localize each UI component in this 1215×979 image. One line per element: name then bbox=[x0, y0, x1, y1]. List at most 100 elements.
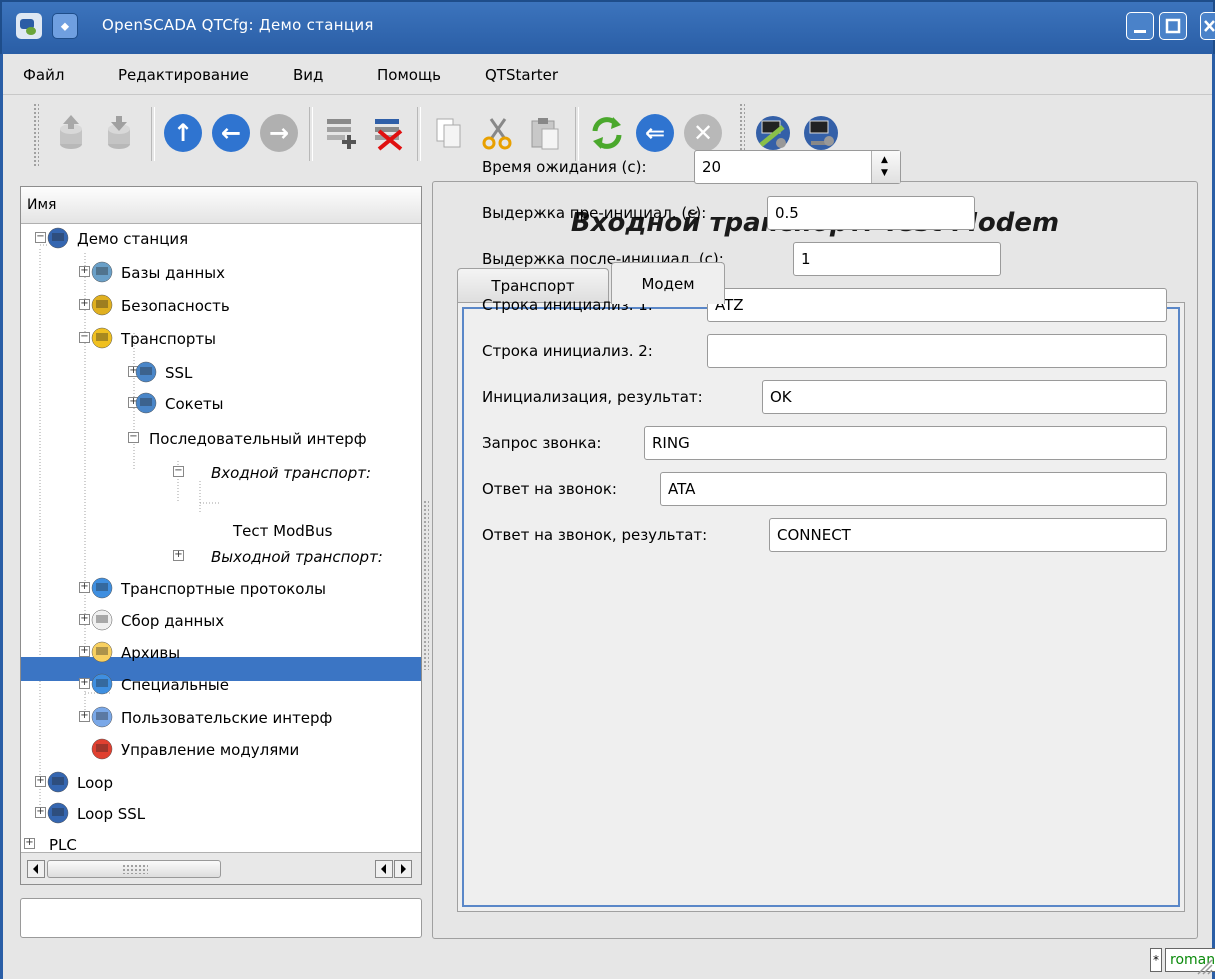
tree-item[interactable]: Специальные bbox=[121, 676, 229, 694]
refresh-button[interactable] bbox=[587, 113, 627, 153]
init-string-1-field[interactable]: ATZ bbox=[707, 288, 1167, 322]
window-title: OpenSCADA QTCfg: Демо станция bbox=[102, 16, 374, 34]
tree-item[interactable]: Архивы bbox=[121, 644, 180, 662]
tree-item[interactable]: Демо станция bbox=[77, 230, 188, 248]
expand-icon[interactable]: + bbox=[24, 838, 35, 849]
scroll-left-button-2[interactable] bbox=[375, 860, 393, 878]
forward-button[interactable]: → bbox=[259, 113, 299, 153]
back-button[interactable]: ← bbox=[211, 113, 251, 153]
tree-column-header[interactable]: Имя bbox=[21, 187, 421, 224]
maximize-button[interactable] bbox=[1159, 12, 1187, 40]
tree-item[interactable]: Выходной транспорт: bbox=[211, 548, 383, 566]
ring-answer-field[interactable]: ATA bbox=[660, 472, 1167, 506]
collapse-icon[interactable]: − bbox=[35, 232, 46, 243]
timeout-field[interactable]: 20 ▲ ▼ bbox=[694, 150, 901, 184]
tree-horizontal-scrollbar[interactable] bbox=[21, 852, 421, 884]
delete-item-button[interactable] bbox=[369, 113, 409, 153]
expand-icon[interactable]: + bbox=[35, 807, 46, 818]
expand-icon[interactable]: + bbox=[79, 711, 90, 722]
menu-file[interactable]: Файл bbox=[23, 66, 64, 84]
special-icon bbox=[91, 673, 113, 695]
up-icon: ↑ bbox=[164, 114, 202, 152]
expand-icon[interactable]: + bbox=[173, 550, 184, 561]
tree-item[interactable]: Входной транспорт: bbox=[211, 464, 371, 482]
pre-init-delay-field[interactable]: 0.5 bbox=[767, 196, 975, 230]
expand-icon[interactable]: + bbox=[79, 678, 90, 689]
db-load-button[interactable] bbox=[51, 113, 91, 153]
tree-item[interactable]: Последовательный интерф bbox=[149, 430, 367, 448]
protocols-icon bbox=[91, 577, 113, 599]
tree-item[interactable]: Loop bbox=[77, 774, 113, 792]
menu-qtstarter[interactable]: QTStarter bbox=[485, 66, 558, 84]
cut-button[interactable] bbox=[477, 113, 517, 153]
spin-down-icon[interactable]: ▼ bbox=[881, 169, 888, 178]
connect-button[interactable] bbox=[753, 113, 793, 153]
toolbar-grip[interactable] bbox=[33, 103, 39, 167]
ring-answer-result-field[interactable]: CONNECT bbox=[769, 518, 1167, 552]
db-save-button[interactable] bbox=[99, 113, 139, 153]
tree-item[interactable]: Транспорты bbox=[121, 330, 216, 348]
station-icon bbox=[47, 771, 69, 793]
disconnect-button[interactable] bbox=[801, 113, 841, 153]
scroll-right-button[interactable] bbox=[394, 860, 412, 878]
tree-item[interactable]: SSL bbox=[165, 364, 192, 382]
splitter-handle[interactable] bbox=[423, 500, 429, 670]
menu-view[interactable]: Вид bbox=[293, 66, 323, 84]
up-button[interactable]: ↑ bbox=[163, 113, 203, 153]
ring-request-field[interactable]: RING bbox=[644, 426, 1167, 460]
init-string-2-field[interactable] bbox=[707, 334, 1167, 368]
collapse-icon[interactable]: − bbox=[173, 466, 184, 477]
close-button[interactable] bbox=[1200, 12, 1215, 40]
field-value: 1 bbox=[801, 250, 811, 268]
copy-icon bbox=[436, 118, 461, 148]
post-init-delay-field[interactable]: 1 bbox=[793, 242, 1001, 276]
expand-icon[interactable]: + bbox=[79, 614, 90, 625]
scroll-thumb[interactable] bbox=[47, 860, 221, 878]
add-item-button[interactable] bbox=[321, 113, 361, 153]
tab-modem[interactable]: Модем bbox=[611, 262, 725, 304]
expand-icon[interactable]: + bbox=[35, 776, 46, 787]
refresh-icon bbox=[592, 117, 622, 149]
field-value: CONNECT bbox=[777, 526, 851, 544]
start-icon: ⇐ bbox=[636, 114, 674, 152]
tree-item[interactable]: Test Modem bbox=[233, 496, 323, 514]
expand-icon[interactable]: + bbox=[79, 582, 90, 593]
field-label: Запрос звонка: bbox=[482, 434, 602, 452]
collapse-icon[interactable]: − bbox=[128, 432, 139, 443]
start-button[interactable]: ⇐ bbox=[635, 113, 675, 153]
tree-item[interactable]: Тест ModBus bbox=[233, 522, 332, 540]
station-icon bbox=[47, 227, 69, 249]
expand-icon[interactable]: + bbox=[79, 646, 90, 657]
app-icon[interactable] bbox=[16, 13, 42, 39]
tree-item[interactable]: Транспортные протоколы bbox=[121, 580, 326, 598]
expand-icon[interactable]: + bbox=[79, 299, 90, 310]
paste-button[interactable] bbox=[525, 113, 565, 153]
tree-item[interactable]: Управление модулями bbox=[121, 741, 299, 759]
window-frame-left bbox=[0, 54, 3, 979]
init-result-field[interactable]: OK bbox=[762, 380, 1167, 414]
toolbar-separator bbox=[151, 107, 155, 161]
tree-item[interactable]: Сокеты bbox=[165, 395, 224, 413]
object-tree[interactable]: Имя − Демо станция + Базы данных + Безопаснос… bbox=[20, 186, 422, 885]
expand-icon[interactable]: + bbox=[79, 266, 90, 277]
copy-button[interactable] bbox=[429, 113, 469, 153]
stop-button[interactable]: ✕ bbox=[683, 113, 723, 153]
tree-item[interactable]: Сбор данных bbox=[121, 612, 224, 630]
spin-up-icon[interactable]: ▲ bbox=[881, 156, 888, 165]
modules-icon bbox=[91, 738, 113, 760]
scroll-left-button[interactable] bbox=[27, 860, 45, 878]
minimize-button[interactable] bbox=[1126, 12, 1154, 40]
menu-help[interactable]: Помощь bbox=[377, 66, 441, 84]
tree-item[interactable]: Loop SSL bbox=[77, 805, 145, 823]
resize-grip-icon[interactable] bbox=[1192, 954, 1214, 976]
tree-item[interactable]: Базы данных bbox=[121, 264, 225, 282]
tab-pane: Время ожидания (с): 20 ▲ ▼ Выдержка пре-иниц… bbox=[457, 150, 1185, 912]
tree-item[interactable]: Безопасность bbox=[121, 297, 230, 315]
collapse-icon[interactable]: − bbox=[79, 332, 90, 343]
menu-edit[interactable]: Редактирование bbox=[118, 66, 249, 84]
spinbox-buttons[interactable]: ▲ ▼ bbox=[871, 151, 900, 183]
tree-item[interactable]: Пользовательские интерф bbox=[121, 709, 332, 727]
field-label: Время ожидания (с): bbox=[482, 158, 647, 176]
window-menu-button[interactable]: ⬥ bbox=[52, 13, 78, 39]
paste-icon bbox=[531, 118, 559, 150]
